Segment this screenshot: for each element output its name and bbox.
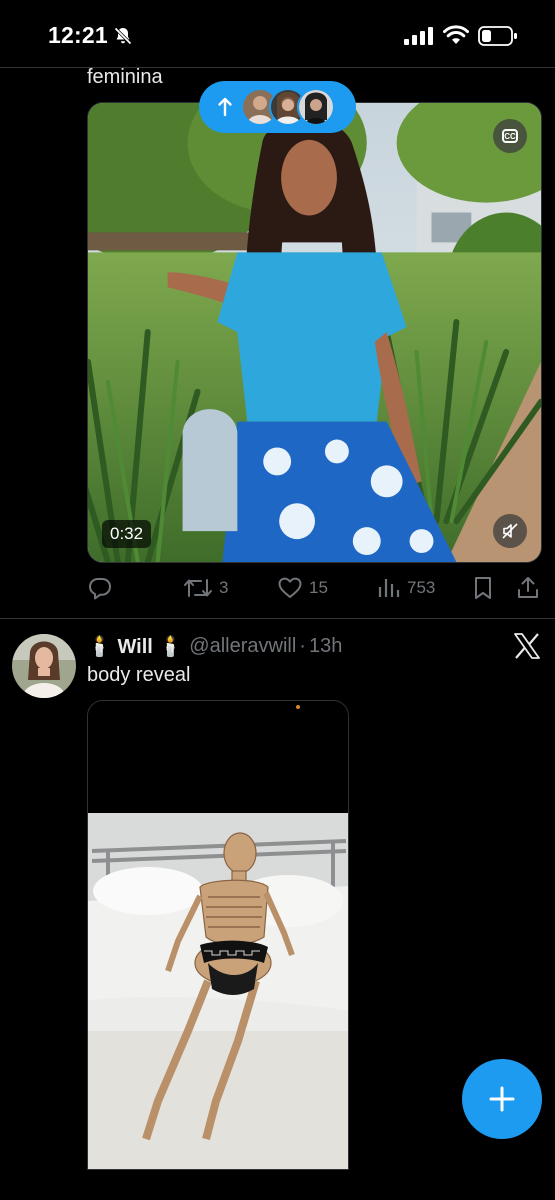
- video-player[interactable]: CC 0:32: [87, 102, 542, 563]
- bookmark-button[interactable]: [471, 571, 495, 605]
- view-count: 753: [407, 578, 436, 597]
- muted-speaker-icon: [502, 523, 518, 539]
- retweet-icon: [184, 579, 212, 597]
- cellular-signal-icon: [404, 27, 433, 45]
- like-button[interactable]: 15: [277, 571, 328, 605]
- tweet-header: 🕯️ Will 🕯️ @alleravwill · 13h: [87, 632, 342, 660]
- reply-button[interactable]: [87, 571, 119, 605]
- video-thumbnail: [88, 103, 541, 562]
- bookmark-icon: [475, 577, 491, 599]
- divider: [0, 618, 555, 619]
- heart-icon: [278, 577, 302, 598]
- new-posts-pill[interactable]: [199, 81, 356, 133]
- divider: [0, 67, 555, 68]
- like-count: 15: [309, 578, 328, 597]
- photo-skeleton-on-bed: [88, 701, 348, 1169]
- tweet-actions: 3 15 753: [87, 571, 542, 605]
- views-chart-icon: [378, 579, 400, 597]
- status-bar: 12:21: [0, 0, 555, 68]
- status-time: 12:21: [48, 22, 108, 48]
- retweet-count: 3: [219, 578, 229, 597]
- share-button[interactable]: [515, 571, 541, 605]
- video-duration: 0:32: [102, 520, 152, 548]
- x-logo-icon[interactable]: [513, 633, 541, 659]
- captions-icon: CC: [502, 129, 518, 143]
- captions-button[interactable]: CC: [493, 119, 527, 153]
- plus-icon: [489, 1086, 515, 1112]
- display-name[interactable]: 🕯️ Will 🕯️: [87, 634, 183, 659]
- mute-button[interactable]: [493, 514, 527, 548]
- views-button[interactable]: 753: [377, 571, 435, 605]
- reply-icon: [89, 578, 111, 600]
- share-icon: [518, 577, 538, 598]
- tweet-image[interactable]: [87, 700, 349, 1170]
- user-handle[interactable]: @alleravwill: [189, 635, 296, 658]
- avatar[interactable]: [12, 634, 76, 698]
- arrow-up-icon: [218, 97, 232, 117]
- tweet-text[interactable]: feminina: [87, 66, 163, 89]
- separator: ·: [299, 634, 306, 657]
- bell-slash-icon: [114, 27, 132, 45]
- wifi-icon: [443, 25, 469, 44]
- retweet-button[interactable]: 3: [183, 571, 228, 605]
- timestamp[interactable]: 13h: [309, 635, 342, 658]
- battery-icon: [478, 26, 517, 46]
- avatar: [297, 88, 335, 126]
- compose-button[interactable]: [462, 1059, 542, 1139]
- tweet-text[interactable]: body reveal: [87, 664, 190, 687]
